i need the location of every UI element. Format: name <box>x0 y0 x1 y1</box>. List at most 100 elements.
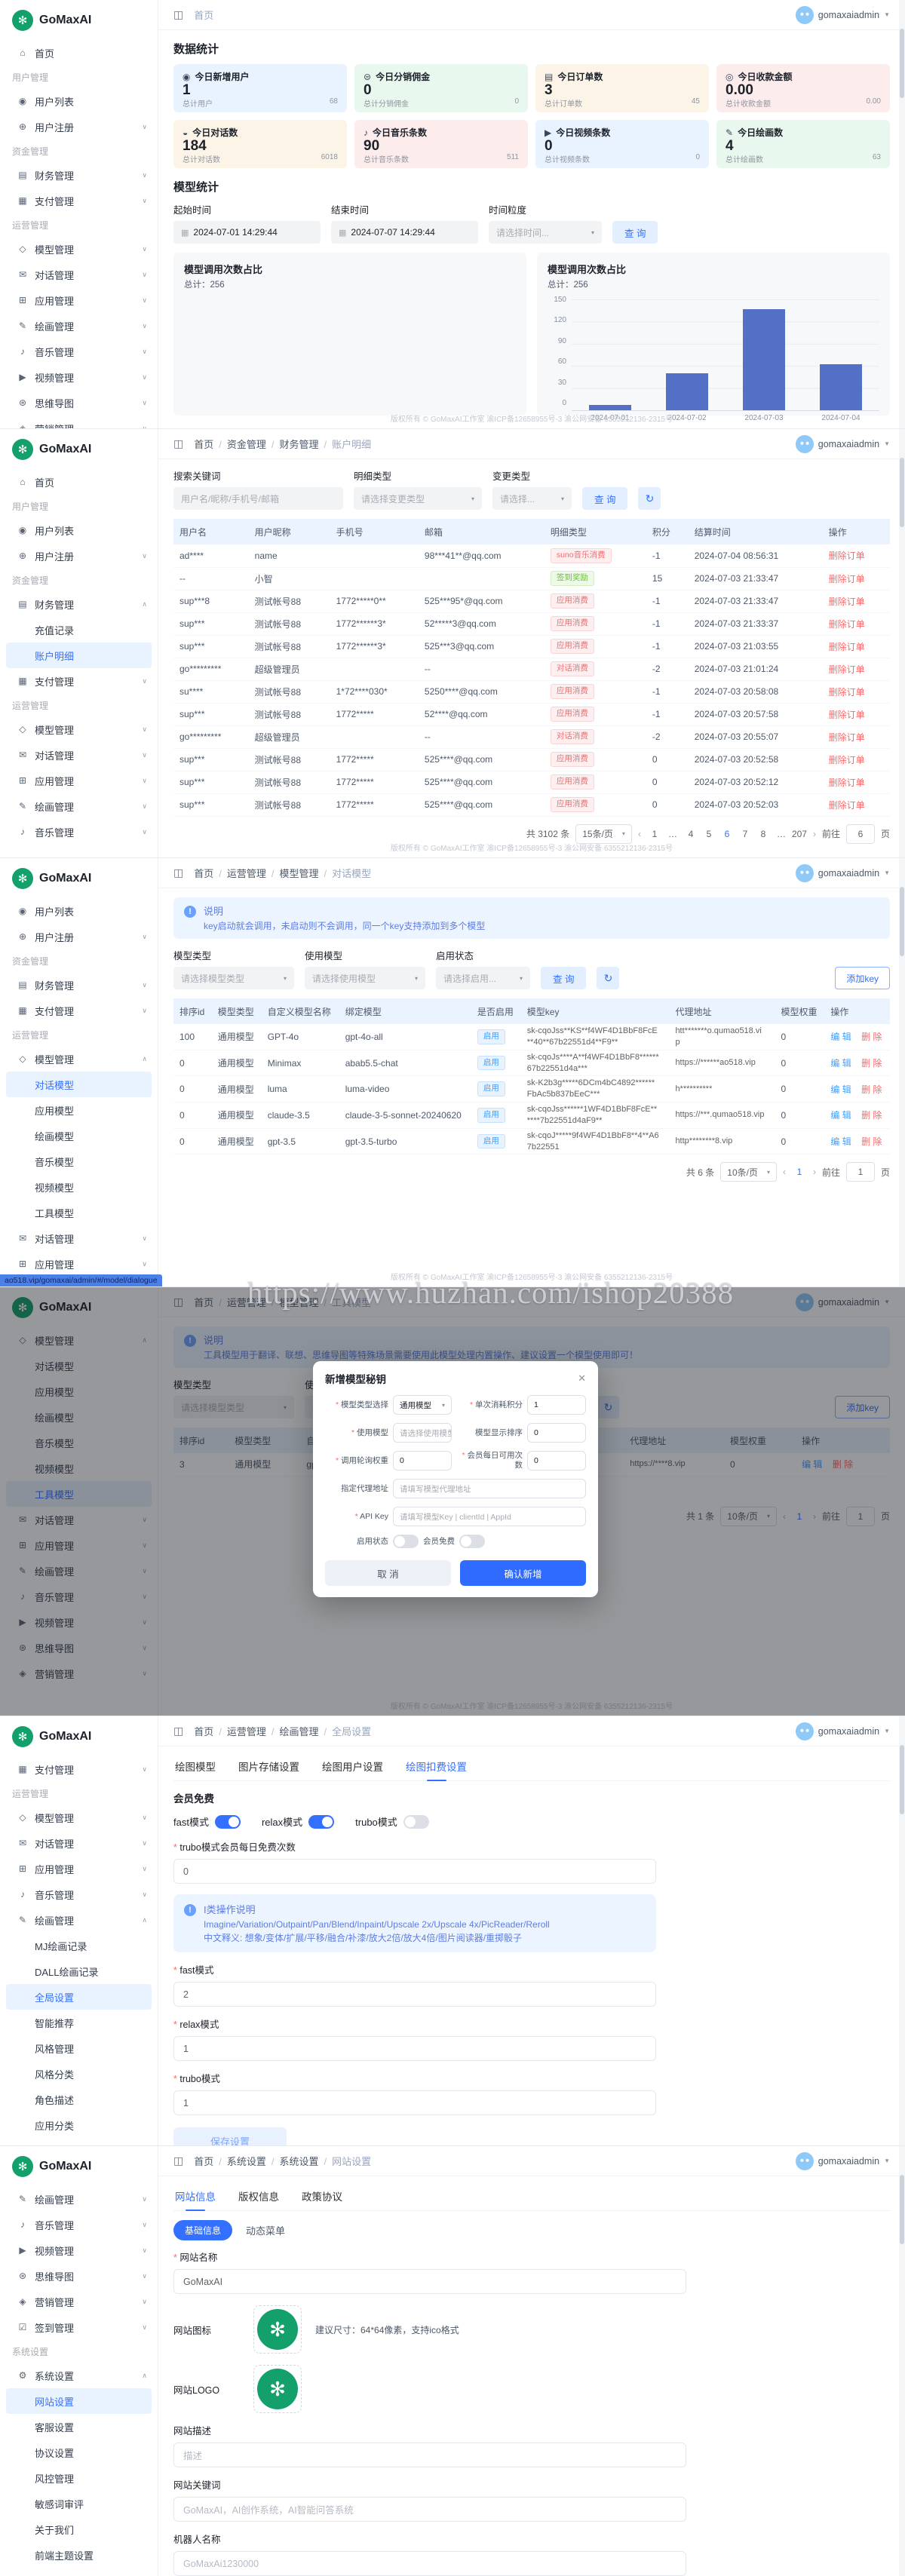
start-time-input[interactable]: ▦ 2024-07-01 14:29:44 <box>173 221 321 244</box>
sidebar-item[interactable]: 运营管理 <box>0 1782 158 1805</box>
sidebar-item[interactable]: 智能推荐 <box>0 2010 158 2035</box>
table-row[interactable]: 0 通用模型 Minimax abab5.5-chat 启用 sk-cqoJs*… <box>173 1050 890 1076</box>
sidebar-item[interactable]: ✎ 绘画管理 ∨ <box>0 2186 158 2212</box>
sidebar-item[interactable]: ◉ 用户列表 <box>0 898 158 924</box>
breadcrumb-item[interactable]: 网站设置 <box>332 2154 371 2168</box>
modal-use-model-select[interactable]: 请选择使用模型 ▾ <box>393 1423 452 1443</box>
sidebar-item[interactable]: ✉ 对话管理 ∨ <box>0 1225 158 1251</box>
sidebar-item[interactable]: ⊛ 思维导图 ∨ <box>0 390 158 416</box>
end-time-input[interactable]: ▦ 2024-07-07 14:29:44 <box>331 221 478 244</box>
sidebar-item[interactable]: 角色描述 <box>0 2087 158 2112</box>
sidebar-item[interactable]: ▦ 支付管理 ∨ <box>0 188 158 213</box>
breadcrumb-item[interactable]: 运营管理 <box>227 866 280 880</box>
admin-menu[interactable]: gomaxaiadmin ▼ <box>796 864 890 882</box>
granularity-select[interactable]: 请选择时间... ▾ <box>489 221 602 244</box>
sidebar-item[interactable]: ☑ 签到管理 ∨ <box>0 2314 158 2340</box>
table-row[interactable]: sup*** 测试帐号88 1772***** 525****@qq.com 应… <box>173 748 890 771</box>
table-row[interactable]: -- 小智 签到奖励 15 2024-07-03 21:33:47 删除订单 <box>173 567 890 590</box>
sidebar-item[interactable]: ◉ 用户列表 <box>0 88 158 114</box>
sidebar-item[interactable]: 前端主题设置 <box>0 2542 158 2568</box>
admin-menu[interactable]: gomaxaiadmin ▼ <box>796 435 890 453</box>
sidebar-item[interactable]: 对话模型 <box>6 1072 152 1097</box>
table-row[interactable]: 100 通用模型 GPT-4o gpt-4o-all 启用 sk-cqoJss*… <box>173 1024 890 1050</box>
fast-mode-input[interactable]: 2 <box>173 1982 656 2007</box>
sidebar-item[interactable]: ▤ 财务管理 ∨ <box>0 972 158 998</box>
edit-link[interactable]: 编 辑 <box>830 1110 851 1121</box>
trubo-free-input[interactable]: 0 <box>173 1859 656 1884</box>
sidebar-item[interactable]: ⊞ 应用管理 ∨ <box>0 768 158 793</box>
collapse-sidebar-icon[interactable]: ◫ <box>173 2154 183 2167</box>
sidebar-item[interactable]: ◇ 模型管理 ∨ <box>0 1805 158 1830</box>
delete-order-link[interactable]: 删除订单 <box>829 574 865 584</box>
bot-name-input[interactable]: GoMaxAi1230000 <box>173 2551 686 2576</box>
sidebar-item[interactable]: 应用分类 <box>0 2112 158 2138</box>
sidebar-item[interactable]: 绘画模型 <box>0 1123 158 1148</box>
model-type-select[interactable]: 请选择模型类型 ▾ <box>173 967 294 989</box>
site-logo-upload[interactable]: ✻ <box>253 2365 302 2413</box>
sidebar-item[interactable]: 运营管理 <box>0 694 158 716</box>
breadcrumb-item[interactable]: 模型管理 <box>280 866 333 880</box>
prev-page-icon[interactable]: ‹ <box>783 1167 786 1177</box>
sidebar-item[interactable]: ▦ 支付管理 ∨ <box>0 668 158 694</box>
page-number[interactable]: 4 <box>683 829 698 839</box>
site-keywords-input[interactable]: GoMaxAI，AI创作系统，AI智能问答系统 <box>173 2497 686 2522</box>
table-row[interactable]: sup*** 测试帐号88 1772***** 52****@qq.com 应用… <box>173 703 890 725</box>
sidebar-item[interactable]: ◈ 营销管理 ∨ <box>0 2289 158 2314</box>
tab[interactable]: 版权信息 <box>237 2185 281 2210</box>
enable-state-toggle[interactable] <box>393 1535 419 1548</box>
breadcrumb-item[interactable]: 绘画管理 <box>280 1724 333 1738</box>
breadcrumb-item[interactable]: 系统设置 <box>280 2154 333 2168</box>
sidebar-item[interactable]: MJ绘画记录 <box>0 1933 158 1958</box>
enable-state-select[interactable]: 请选择启用... ▾ <box>436 967 530 989</box>
breadcrumb-item[interactable]: 运营管理 <box>227 1724 280 1738</box>
admin-menu[interactable]: gomaxaiadmin ▼ <box>796 6 890 24</box>
breadcrumb-item[interactable]: 首页 <box>194 2154 227 2168</box>
collapse-sidebar-icon[interactable]: ◫ <box>173 437 183 450</box>
sidebar-item[interactable]: ◇ 模型管理 ∨ <box>0 716 158 742</box>
page-number[interactable]: 8 <box>756 829 771 839</box>
sidebar-item[interactable]: ⚙ 系统设置 ∧ <box>0 2363 158 2388</box>
delete-link[interactable]: 删 除 <box>861 1084 882 1095</box>
breadcrumb-item[interactable]: 首页 <box>194 1724 227 1738</box>
edit-link[interactable]: 编 辑 <box>830 1136 851 1147</box>
sub-tab[interactable]: 动态菜单 <box>246 2223 285 2237</box>
delete-order-link[interactable]: 删除订单 <box>829 710 865 720</box>
tab[interactable]: 绘图模型 <box>173 1756 217 1780</box>
sidebar-item[interactable]: 协议设置 <box>0 2440 158 2465</box>
sidebar-item[interactable]: 运营管理 <box>0 1023 158 1046</box>
admin-menu[interactable]: gomaxaiadmin ▼ <box>796 1722 890 1740</box>
delete-link[interactable]: 删 除 <box>861 1136 882 1147</box>
collapse-sidebar-icon[interactable]: ◫ <box>173 1725 183 1737</box>
delete-order-link[interactable]: 删除订单 <box>829 800 865 811</box>
next-page-icon[interactable]: › <box>813 829 816 839</box>
edit-link[interactable]: 编 辑 <box>830 1032 851 1042</box>
api-key-input[interactable]: 请填写模型Key | clientId | AppId <box>393 1507 586 1526</box>
mode-toggle[interactable] <box>308 1815 334 1829</box>
sidebar-item[interactable]: 风格管理 <box>0 2035 158 2061</box>
breadcrumb-item[interactable]: 系统设置 <box>227 2154 280 2168</box>
trubo-mode-input[interactable]: 1 <box>173 2090 656 2115</box>
mode-toggle[interactable] <box>215 1815 241 1829</box>
sidebar-item[interactable]: ♪ 音乐管理 ∨ <box>0 339 158 364</box>
sidebar-item[interactable]: ▶ 视频管理 ∨ <box>0 364 158 390</box>
collapse-sidebar-icon[interactable]: ◫ <box>173 8 183 21</box>
page-number[interactable]: … <box>665 829 680 839</box>
change-type-select[interactable]: 请选择... ▾ <box>492 487 572 510</box>
sidebar-item[interactable]: 用户管理 <box>0 66 158 88</box>
query-button[interactable]: 查 询 <box>582 487 627 510</box>
proxy-address-input[interactable]: 请填写模型代理地址 <box>393 1479 586 1498</box>
goto-page-input[interactable] <box>846 824 875 844</box>
sidebar-item[interactable]: ◉ 用户列表 <box>0 517 158 543</box>
sidebar-item[interactable]: ▶ 视频管理 ∨ <box>0 2237 158 2263</box>
table-row[interactable]: go********* 超级管理员 -- 对话消费 -2 2024-07-03 … <box>173 725 890 748</box>
table-row[interactable]: sup*** 测试帐号88 1772******3* 525***3@qq.co… <box>173 635 890 658</box>
admin-menu[interactable]: gomaxaiadmin ▼ <box>796 2152 890 2170</box>
member-free-toggle[interactable] <box>459 1535 485 1548</box>
sidebar-item[interactable]: ♪ 音乐管理 ∨ <box>0 819 158 845</box>
delete-order-link[interactable]: 删除订单 <box>829 687 865 698</box>
sidebar-item[interactable]: 用户管理 <box>0 495 158 517</box>
tab[interactable]: 图片存储设置 <box>237 1756 301 1780</box>
sidebar-item[interactable]: ⌂ 首页 <box>0 469 158 495</box>
sub-tab[interactable]: 基础信息 <box>173 2220 232 2240</box>
sidebar-item[interactable]: ⊞ 应用管理 ∨ <box>0 287 158 313</box>
